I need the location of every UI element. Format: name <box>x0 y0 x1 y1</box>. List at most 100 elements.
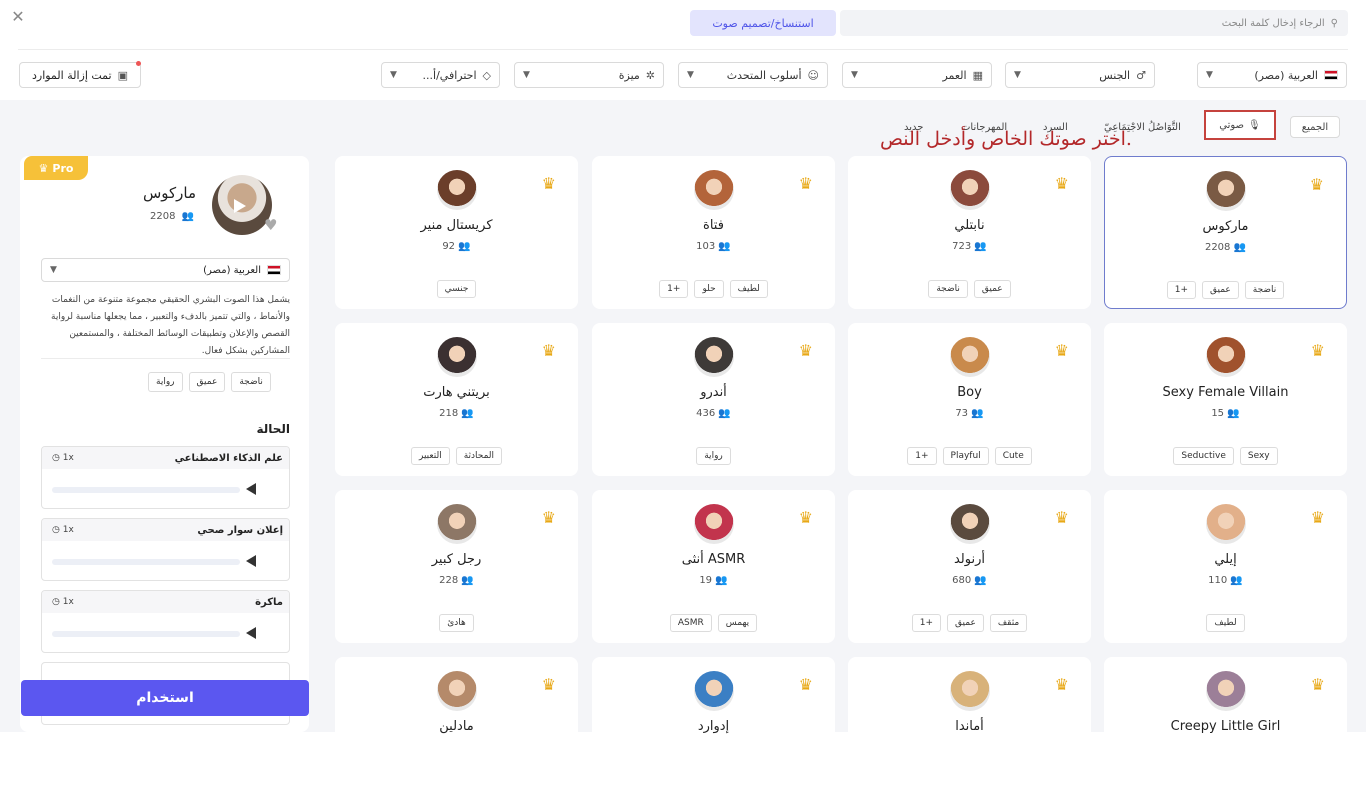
avatar <box>1205 171 1246 211</box>
user-count-value: 19 <box>699 575 713 586</box>
professional-filter[interactable]: ◇ احترافي/أ... ▼ <box>381 62 500 88</box>
panel-language-label: العربية (مصر) <box>203 264 261 276</box>
professional-filter-label: احترافي/أ... <box>422 68 477 82</box>
users-icon: 👥 <box>715 575 728 586</box>
user-count-value: 92 <box>442 241 456 252</box>
play-icon[interactable] <box>246 483 256 495</box>
tag: جنسي <box>436 280 477 298</box>
age-filter[interactable]: ▦ العمر ▼ <box>842 62 992 88</box>
sample-item[interactable]: ◷ 1x علم الذكاء الاصطناعي <box>41 446 290 509</box>
user-count: 73 👥 <box>848 408 1091 419</box>
voice-name: بريتني هارت <box>423 385 490 400</box>
gender-icon: ♂ <box>1136 68 1146 82</box>
tag: عميق <box>1201 281 1239 299</box>
tag: المحادثة <box>455 447 503 465</box>
gender-filter[interactable]: ♂ الجنس ▼ <box>1005 62 1155 88</box>
tag: حلو <box>694 280 724 298</box>
speed-value: 1x <box>62 597 74 607</box>
sample-title: ماكرة <box>255 596 283 608</box>
use-button[interactable]: استخدام <box>21 680 309 716</box>
tag: ناضجة <box>1244 281 1285 299</box>
play-icon[interactable] <box>234 199 246 213</box>
voice-card[interactable]: ♛ أرنولد 680 👥 مثقف عميق +1 <box>848 490 1091 643</box>
users-icon: 👥 <box>718 408 731 419</box>
voice-card[interactable]: ♛ مادلين <box>335 657 578 810</box>
crown-icon: ♛ <box>798 675 813 694</box>
voice-card[interactable]: ♛ Creepy Little Girl <box>1104 657 1347 810</box>
tag: Sexy <box>1239 447 1278 465</box>
diamond-icon: ◇ <box>482 68 491 82</box>
crown-icon: ♛ <box>541 675 556 694</box>
audio-progress-bar[interactable] <box>52 631 240 637</box>
voice-card[interactable]: ♛ أنثى ASMR 19 👥 يهمس ASMR <box>592 490 835 643</box>
voice-card[interactable]: ♛ أندرو 436 👥 رواية <box>592 323 835 476</box>
avatar <box>212 175 272 235</box>
voice-card[interactable]: ♛ أماندا <box>848 657 1091 810</box>
voice-card[interactable]: ♛ فتاة 103 👥 لطيف حلو +1 <box>592 156 835 309</box>
chevron-down-icon: ▼ <box>50 265 57 275</box>
gender-filter-label: الجنس <box>1099 68 1131 82</box>
close-icon[interactable]: ✕ <box>8 6 28 26</box>
crown-icon: ♛ <box>1054 675 1069 694</box>
voice-card[interactable]: ♛ إدوارد <box>592 657 835 810</box>
language-filter[interactable]: العربية (مصر) ▼ <box>1197 62 1347 88</box>
user-count: 103 👥 <box>592 241 835 252</box>
heart-icon[interactable]: ♥ <box>264 216 277 234</box>
users-icon: 👥 <box>1227 408 1240 419</box>
tab-all[interactable]: الجميع <box>1290 116 1340 138</box>
voice-name: أرنولد <box>953 552 985 567</box>
instruction-hint: اختر صوتك الخاص وأدخل النص. <box>880 128 1132 150</box>
avatar <box>1205 504 1246 544</box>
clone-voice-button[interactable]: استنساخ/تصميم صوت <box>690 10 836 36</box>
sample-item[interactable]: ◷ 1x إعلان سوار صحي <box>41 518 290 581</box>
voice-description: يشمل هذا الصوت البشري الحقيقي مجموعة متن… <box>51 295 290 356</box>
removed-resources-button[interactable]: تمت إزالة الموارد ▣ <box>19 62 141 88</box>
notification-dot <box>136 61 141 66</box>
speed-value: 1x <box>62 525 74 535</box>
crown-icon: ♛ <box>38 161 49 175</box>
user-count-value: 723 <box>952 241 972 252</box>
tag: ناضجة <box>231 372 271 392</box>
cake-icon: ▦ <box>972 68 983 82</box>
timer-icon: ◷ <box>52 453 60 463</box>
voice-card[interactable]: ♛ نابتلي 723 👥 عميق ناضجة <box>848 156 1091 309</box>
speed-value: 1x <box>62 453 74 463</box>
tag: رواية <box>696 447 731 465</box>
panel-tags: ناضجة عميق رواية <box>148 372 271 392</box>
voice-card[interactable]: ♛ رجل كبير 228 👥 هادئ <box>335 490 578 643</box>
play-icon[interactable] <box>246 627 256 639</box>
voice-tags: لطيف حلو +1 <box>592 280 835 298</box>
avatar <box>949 504 990 544</box>
voice-card[interactable]: ♛ بريتني هارت 218 👥 المحادثة التعبير <box>335 323 578 476</box>
audio-progress-bar[interactable] <box>52 559 240 565</box>
tag: لطيف <box>1206 614 1245 632</box>
timer-icon: ◷ <box>52 597 60 607</box>
speaker-style-filter[interactable]: ☺ أسلوب المتحدث ▼ <box>678 62 828 88</box>
voice-card[interactable]: ♛ Sexy Female Villain 15 👥 Sexy Seductive <box>1104 323 1347 476</box>
crown-icon: ♛ <box>541 508 556 527</box>
voice-card[interactable]: ♛ إيلي 110 👥 لطيف <box>1104 490 1347 643</box>
tab-my-voice[interactable]: صوتي 🎙 <box>1204 110 1276 140</box>
crown-icon: ♛ <box>1054 174 1069 193</box>
voice-name: كريستال منير <box>420 218 493 233</box>
voice-card[interactable]: ♛ Boy 73 👥 Cute Playful +1 <box>848 323 1091 476</box>
voice-tags: مثقف عميق +1 <box>848 614 1091 632</box>
voice-name: رجل كبير <box>431 552 482 567</box>
audio-progress-bar[interactable] <box>52 487 240 493</box>
panel-language-select[interactable]: العربية (مصر) ▼ <box>41 258 290 282</box>
crown-icon: ♛ <box>798 174 813 193</box>
language-filter-label: العربية (مصر) <box>1254 68 1318 82</box>
crown-icon: ♛ <box>1310 675 1325 694</box>
voice-card[interactable]: ♛ ماركوس 2208 👥 ناضجة عميق +1 <box>1104 156 1347 309</box>
voice-tags: Cute Playful +1 <box>848 447 1091 465</box>
voice-tags: المحادثة التعبير <box>335 447 578 465</box>
user-count: 228 👥 <box>335 575 578 586</box>
avatar <box>436 170 477 210</box>
play-icon[interactable] <box>246 555 256 567</box>
search-input[interactable]: الرجاء إدخال كلمة البحث ⚲ <box>840 10 1348 36</box>
sample-item[interactable]: ◷ 1x ماكرة <box>41 590 290 653</box>
feature-filter[interactable]: ✲ ميزة ▼ <box>514 62 664 88</box>
crown-icon: ♛ <box>541 341 556 360</box>
voice-card[interactable]: ♛ كريستال منير 92 👥 جنسي <box>335 156 578 309</box>
chevron-down-icon: ▼ <box>687 70 694 80</box>
